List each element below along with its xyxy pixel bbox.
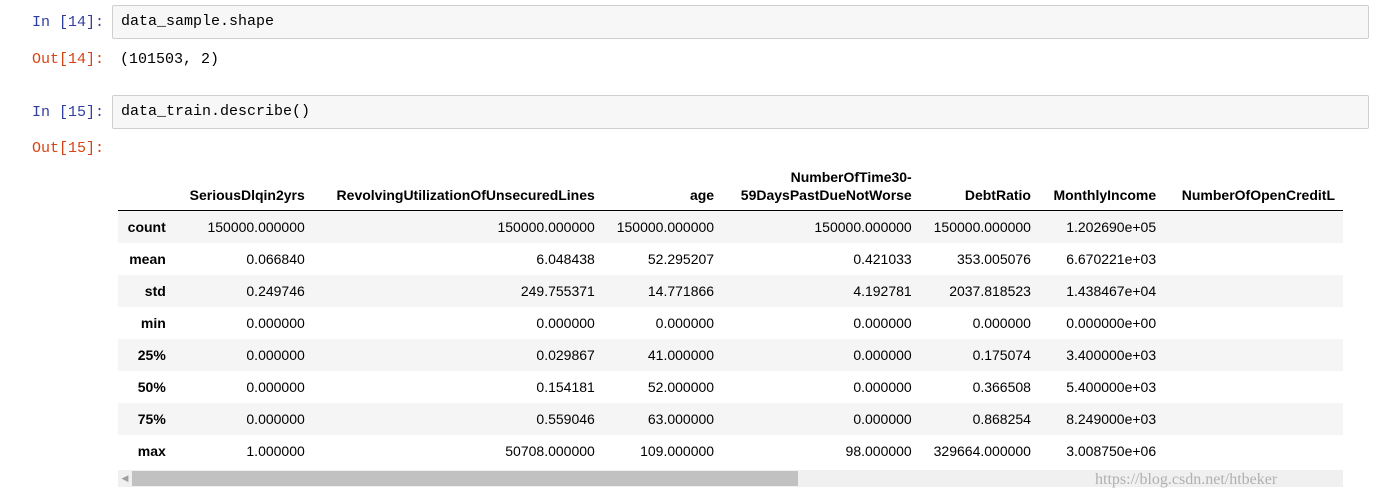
table-row: mean 0.066840 6.048438 52.295207 0.421033 353… — [118, 243, 1343, 275]
table-cell: 109.000000 — [640, 443, 715, 459]
table-cell: 14.771866 — [647, 283, 715, 299]
table-cell: 41.000000 — [647, 347, 715, 363]
table-cell: 0.029867 — [536, 347, 595, 363]
table-cell: 150000.000000 — [497, 219, 595, 235]
row-label: mean — [129, 251, 166, 267]
table-cell: 150000.000000 — [814, 219, 912, 235]
in-prompt-15: In [15]: — [31, 104, 104, 121]
table-cell: 2037.818523 — [949, 283, 1031, 299]
table-row: count 150000.000000 150000.000000 150000.00… — [118, 210, 1343, 244]
table-cell: 50708.000000 — [505, 443, 595, 459]
table-cell: 0.000000 — [246, 411, 305, 427]
out-prompt-14: Out[14]: — [31, 51, 104, 68]
table-row: 75% 0.000000 0.559046 63.000000 0.000000 0.86… — [118, 403, 1343, 435]
table-row: std 0.249746 249.755371 14.771866 4.192781 20… — [118, 275, 1343, 307]
row-label: count — [127, 219, 166, 235]
table-cell: 0.000000 — [246, 315, 305, 331]
column-header: age — [602, 157, 723, 211]
code-input-cell-15[interactable]: data_train.describe() — [112, 95, 1369, 129]
table-cell: 8.249000e+03 — [1066, 411, 1157, 427]
table-cell — [1164, 371, 1343, 403]
table-cell: 0.559046 — [536, 411, 595, 427]
table-row: max 1.000000 50708.000000 109.000000 98.0000… — [118, 435, 1343, 465]
row-label: min — [140, 315, 166, 331]
table-cell: 0.175074 — [972, 347, 1031, 363]
row-label: 75% — [137, 411, 166, 427]
table-cell: 0.000000 — [246, 379, 305, 395]
column-header: MonthlyIncome — [1038, 157, 1165, 211]
row-label: 25% — [137, 347, 166, 363]
table-cell: 249.755371 — [520, 283, 595, 299]
table-cell — [1164, 403, 1343, 435]
table-cell: 3.008750e+06 — [1066, 443, 1157, 459]
table-cell: 4.192781 — [853, 283, 912, 299]
column-header: SeriousDlqin2yrs — [173, 157, 313, 211]
table-cell — [1164, 243, 1343, 275]
table-cell: 3.400000e+03 — [1066, 347, 1157, 363]
table-cell: 1.438467e+04 — [1066, 283, 1157, 299]
table-cell: 0.000000 — [655, 315, 715, 331]
table-cell: 0.421033 — [853, 251, 912, 267]
table-cell — [1164, 339, 1343, 371]
table-row: min 0.000000 0.000000 0.000000 0.000000 0.000… — [118, 307, 1343, 339]
scroll-left-arrow-icon[interactable]: ◀ — [118, 470, 132, 487]
table-cell: 0.000000e+00 — [1066, 315, 1157, 331]
table-cell — [1164, 211, 1343, 244]
table-cell: 1.000000 — [246, 443, 305, 459]
table-cell: 0.868254 — [972, 411, 1031, 427]
table-cell: 0.366508 — [972, 379, 1031, 395]
table-cell: 0.000000 — [972, 315, 1031, 331]
describe-table: SeriousDlqin2yrs RevolvingUtilizationOfUn… — [118, 157, 1343, 465]
table-cell: 6.048438 — [536, 251, 595, 267]
table-cell: 0.000000 — [853, 347, 912, 363]
table-cell: 52.295207 — [647, 251, 715, 267]
table-cell: 353.005076 — [957, 251, 1031, 267]
table-cell: 0.000000 — [246, 347, 305, 363]
table-row: 25% 0.000000 0.029867 41.000000 0.000000 0.17… — [118, 339, 1343, 371]
in-prompt-14: In [14]: — [31, 14, 104, 31]
code-text: data_sample.shape — [121, 13, 275, 30]
column-header: NumberOfTime30- 59DaysPastDueNotWorse — [722, 157, 920, 211]
table-cell: 150000.000000 — [933, 219, 1031, 235]
table-cell: 0.249746 — [246, 283, 305, 299]
table-cell: 98.000000 — [845, 443, 912, 459]
row-label: max — [137, 443, 166, 459]
table-cell: 63.000000 — [647, 411, 715, 427]
table-cell: 0.066840 — [246, 251, 305, 267]
table-cell — [1164, 307, 1343, 339]
table-cell: 6.670221e+03 — [1066, 251, 1157, 267]
watermark: https://blog.csdn.net/htbeker — [1095, 471, 1278, 488]
table-cell: 0.000000 — [853, 315, 912, 331]
table-cell: 0.000000 — [853, 411, 912, 427]
row-label: 50% — [137, 379, 166, 395]
column-header: DebtRatio — [919, 157, 1039, 211]
table-cell: 329664.000000 — [933, 443, 1031, 459]
output-shape: (101503, 2) — [120, 51, 220, 68]
table-cell: 0.000000 — [853, 379, 912, 395]
scrollbar-thumb[interactable] — [132, 471, 798, 486]
table-cell: 0.000000 — [536, 315, 595, 331]
table-cell: 0.154181 — [536, 379, 595, 395]
table-cell: 5.400000e+03 — [1066, 379, 1157, 395]
index-header — [118, 157, 174, 211]
column-header: NumberOfOpenCreditL — [1164, 157, 1343, 211]
table-cell: 150000.000000 — [207, 219, 305, 235]
out-prompt-15: Out[15]: — [31, 140, 104, 157]
table-row: 50% 0.000000 0.154181 52.000000 0.000000 0.36… — [118, 371, 1343, 403]
table-cell: 150000.000000 — [616, 219, 715, 235]
table-cell — [1164, 275, 1343, 307]
column-header-line: NumberOfTime30- — [790, 169, 912, 185]
column-header: RevolvingUtilizationOfUnsecuredLines — [312, 157, 603, 211]
column-header-line: 59DaysPastDueNotWorse — [740, 187, 912, 203]
table-cell — [1164, 435, 1343, 465]
code-text: data_train.describe() — [121, 103, 311, 120]
row-label: std — [144, 283, 166, 299]
dataframe-output: SeriousDlqin2yrs RevolvingUtilizationOfUn… — [118, 157, 1343, 465]
code-input-cell-14[interactable]: data_sample.shape — [112, 5, 1369, 39]
table-cell: 1.202690e+05 — [1066, 219, 1157, 235]
table-cell: 52.000000 — [647, 379, 715, 395]
